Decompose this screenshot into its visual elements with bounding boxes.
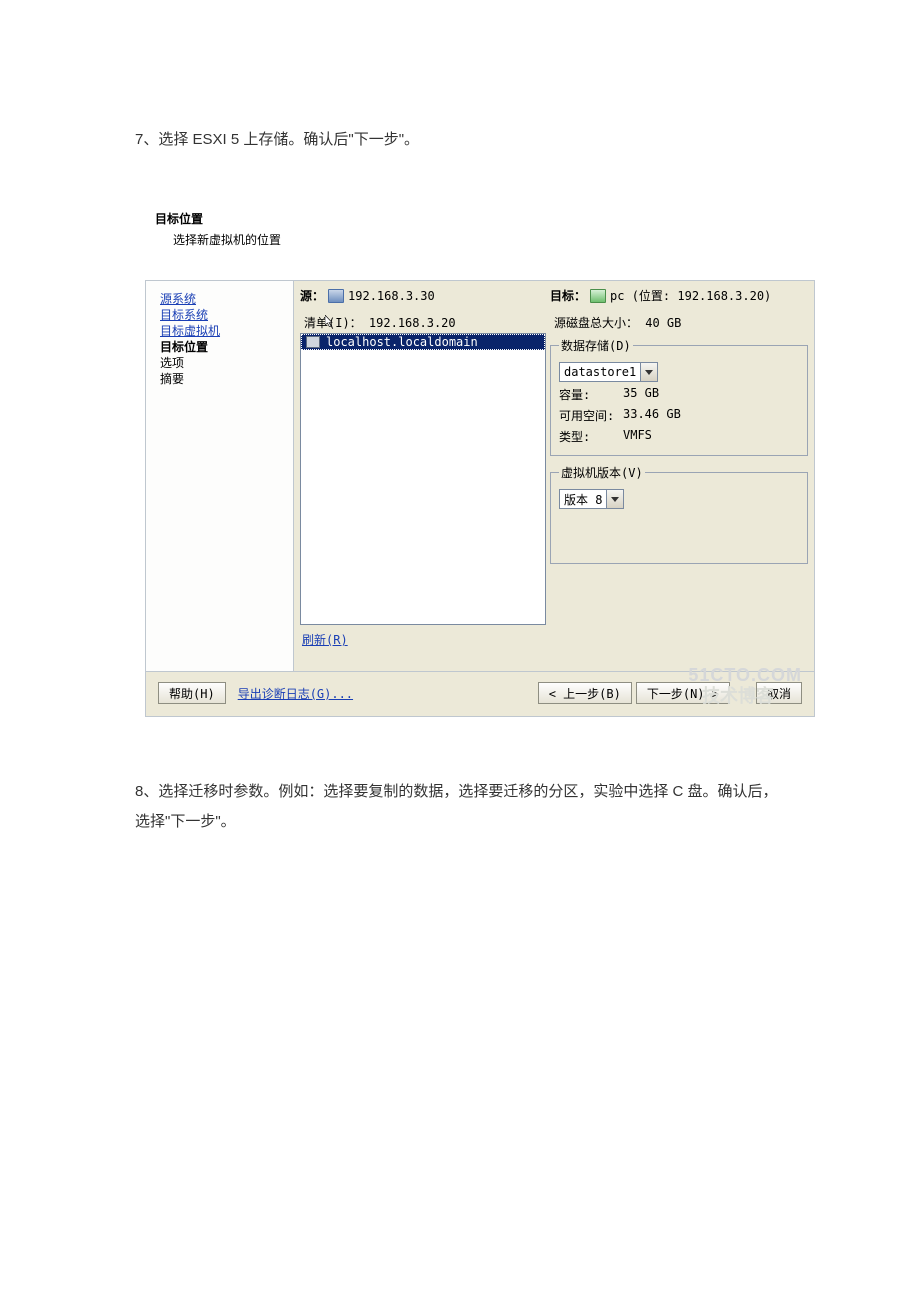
target-column: 目标： pc (位置: 192.168.3.20) 源磁盘总大小： 40 GB … — [546, 287, 808, 671]
help-button[interactable]: 帮助(H) — [158, 682, 226, 704]
capacity-value: 35 GB — [623, 386, 659, 403]
free-value: 33.46 GB — [623, 407, 681, 424]
nav-summary: 摘要 — [160, 371, 293, 387]
inventory-root: 192.168.3.20 — [369, 316, 456, 330]
target-value: pc (位置: 192.168.3.20) — [610, 287, 771, 304]
dialog-title: 目标位置 — [145, 210, 815, 227]
type-value: VMFS — [623, 428, 652, 445]
inventory-item-selected[interactable]: localhost.localdomain — [301, 334, 545, 350]
datastore-select[interactable]: datastore1 — [559, 362, 658, 382]
vmversion-select[interactable]: 版本 8 — [559, 489, 624, 509]
vmversion-group: 虚拟机版本(V) 版本 8 — [550, 464, 808, 564]
server-icon — [328, 289, 344, 303]
step-8-text: 8、选择迁移时参数。例如：选择要复制的数据，选择要迁移的分区，实验中选择 C 盘… — [135, 777, 790, 837]
source-disk-value: 40 GB — [645, 316, 681, 330]
inventory-column: 源： 192.168.3.30 清单(I)： 192.168.3.20 — [300, 287, 546, 671]
source-disk-row: 源磁盘总大小： 40 GB — [550, 314, 808, 331]
dropdown-icon[interactable] — [640, 363, 657, 381]
datastore-select-value: datastore1 — [560, 365, 640, 379]
nav-target-system[interactable]: 目标系统 — [160, 307, 293, 323]
inventory-label-row: 清单(I)： 192.168.3.20 — [300, 314, 546, 331]
export-log-button[interactable]: 导出诊断日志(G)... — [234, 682, 357, 704]
type-label: 类型: — [559, 428, 623, 445]
datastore-group: 数据存储(D) datastore1 容量: 35 GB 可用空间: — [550, 337, 808, 456]
refresh-row: 刷新(R) — [300, 625, 546, 648]
pc-icon — [590, 289, 606, 303]
source-disk-label: 源磁盘总大小： — [554, 316, 638, 330]
refresh-link[interactable]: 刷新(R) — [302, 633, 348, 647]
nav-target-vm[interactable]: 目标虚拟机 — [160, 323, 293, 339]
dialog-footer: 51CTO.COM 技术博客 帮助(H) 导出诊断日志(G)... < 上一步(… — [146, 671, 814, 716]
nav-target-location: 目标位置 — [160, 339, 293, 355]
inventory-label: 清单(I)： — [304, 316, 362, 330]
datastore-legend: 数据存储(D) — [559, 337, 633, 354]
nav-source-system[interactable]: 源系统 — [160, 291, 293, 307]
next-button[interactable]: 下一步(N) > — [636, 682, 730, 704]
target-row: 目标： pc (位置: 192.168.3.20) — [550, 287, 808, 304]
dialog-content: 源系统 目标系统 目标虚拟机 目标位置 选项 摘要 源： 192.168.3.3… — [146, 281, 814, 671]
document-page: 7、选择 ESXI 5 上存储。确认后"下一步"。 目标位置 选择新虚拟机的位置… — [0, 0, 920, 1302]
dropdown-icon[interactable] — [606, 490, 623, 508]
capacity-label: 容量: — [559, 386, 623, 403]
vmversion-legend: 虚拟机版本(V) — [559, 464, 645, 481]
source-value: 192.168.3.30 — [348, 289, 435, 303]
wizard-steps-nav: 源系统 目标系统 目标虚拟机 目标位置 选项 摘要 — [146, 281, 294, 671]
source-label: 源： — [300, 287, 324, 304]
cancel-button[interactable]: 取消 — [756, 682, 802, 704]
vmversion-select-value: 版本 8 — [560, 491, 606, 508]
nav-options: 选项 — [160, 355, 293, 371]
free-label: 可用空间: — [559, 407, 623, 424]
target-label: 目标： — [550, 287, 586, 304]
source-row: 源： 192.168.3.30 — [300, 287, 546, 304]
back-button[interactable]: < 上一步(B) — [538, 682, 632, 704]
wizard-screenshot: 目标位置 选择新虚拟机的位置 源系统 目标系统 目标虚拟机 目标位置 选项 摘要 — [145, 210, 815, 717]
dialog-panels: 源： 192.168.3.30 清单(I)： 192.168.3.20 — [294, 281, 814, 671]
inventory-listbox[interactable]: localhost.localdomain — [300, 333, 546, 625]
dialog-body: 源系统 目标系统 目标虚拟机 目标位置 选项 摘要 源： 192.168.3.3… — [145, 280, 815, 717]
host-icon — [306, 336, 320, 348]
inventory-item-label: localhost.localdomain — [326, 335, 478, 349]
dialog-subtitle: 选择新虚拟机的位置 — [145, 231, 815, 248]
step-7-text: 7、选择 ESXI 5 上存储。确认后"下一步"。 — [135, 125, 790, 155]
